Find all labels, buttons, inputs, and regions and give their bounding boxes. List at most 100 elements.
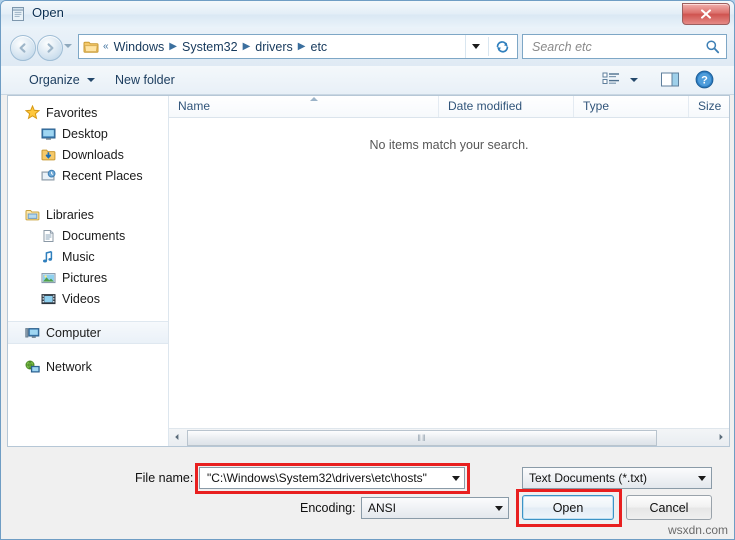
watermark: wsxdn.com [667, 523, 728, 537]
close-icon [701, 9, 711, 19]
scroll-right-icon[interactable] [713, 429, 729, 445]
sidebar-label-favorites: Favorites [46, 105, 98, 120]
sidebar-item-recent-places[interactable]: Recent Places [8, 165, 168, 186]
preview-pane-icon[interactable] [660, 71, 680, 89]
sidebar-item-downloads[interactable]: Downloads [8, 144, 168, 165]
sidebar-label-computer: Computer [46, 325, 101, 340]
horizontal-scrollbar[interactable]: ‖‖ [169, 428, 729, 446]
help-icon[interactable]: ? [695, 70, 714, 89]
views-chevron-down-icon[interactable] [630, 78, 638, 82]
forward-button[interactable] [37, 35, 63, 61]
refresh-button[interactable] [488, 37, 515, 56]
view-list-icon[interactable] [602, 71, 621, 89]
column-header-type[interactable]: Type [574, 96, 689, 117]
sidebar-label-documents: Documents [62, 228, 126, 243]
column-header-size[interactable]: Size [689, 96, 735, 117]
sort-ascending-icon [310, 97, 318, 101]
column-header-date-modified[interactable]: Date modified [439, 96, 574, 117]
sidebar-item-network[interactable]: Network [8, 356, 168, 377]
filename-input[interactable] [205, 470, 447, 486]
videos-icon [40, 291, 56, 307]
sidebar-label-network: Network [46, 359, 92, 374]
filetype-dropdown[interactable]: Text Documents (*.txt) [522, 467, 712, 489]
column-header-name[interactable]: Name [169, 96, 439, 117]
encoding-value: ANSI [368, 501, 397, 515]
sidebar-item-videos[interactable]: Videos [8, 288, 168, 309]
chevron-down-icon [495, 505, 503, 511]
breadcrumb-separator-3[interactable]: ▶ [297, 41, 307, 52]
breadcrumb-overflow[interactable]: « [102, 41, 110, 52]
open-file-dialog: Open « Windows ▶ System32 ▶ drivers ▶ et… [0, 0, 735, 540]
address-bar[interactable]: « Windows ▶ System32 ▶ drivers ▶ etc [78, 34, 518, 59]
filename-dropdown-button[interactable] [447, 468, 464, 488]
organize-label: Organize [29, 73, 80, 87]
sidebar-item-music[interactable]: Music [8, 246, 168, 267]
history-dropdown-chevron-down-icon[interactable] [64, 44, 72, 48]
downloads-icon [40, 147, 56, 163]
file-list-pane: Name Date modified Type Size No items ma… [169, 96, 729, 446]
filename-field[interactable] [199, 467, 465, 489]
sidebar-label-desktop: Desktop [62, 126, 108, 141]
breadcrumb-separator-1[interactable]: ▶ [168, 41, 178, 52]
breadcrumb-windows[interactable]: Windows [110, 39, 169, 55]
music-icon [40, 249, 56, 265]
search-box[interactable] [522, 34, 727, 59]
sidebar-item-libraries[interactable]: Libraries [8, 204, 168, 225]
filename-label: File name: [135, 471, 194, 485]
sidebar-item-desktop[interactable]: Desktop [8, 123, 168, 144]
sidebar-label-recent-places: Recent Places [62, 168, 143, 183]
recent-places-icon [40, 168, 56, 184]
chevron-down-icon [451, 475, 460, 481]
desktop-icon [40, 126, 56, 142]
navigation-pane: Favorites Desktop Downloads Recent Place… [8, 96, 168, 446]
star-icon [24, 105, 40, 121]
chevron-down-icon [86, 78, 95, 82]
dialog-titlebar: Open [1, 1, 734, 29]
new-folder-label: New folder [115, 73, 175, 87]
open-button[interactable]: Open [522, 495, 614, 520]
chevron-down-icon [698, 475, 706, 481]
forward-arrow-icon [47, 43, 54, 53]
sidebar-item-documents[interactable]: Documents [8, 225, 168, 246]
toolbar: Organize New folder ? [1, 66, 734, 95]
cancel-button[interactable]: Cancel [626, 495, 712, 520]
sidebar-label-videos: Videos [62, 291, 100, 306]
sidebar-label-downloads: Downloads [62, 147, 124, 162]
organize-button[interactable]: Organize [23, 70, 101, 90]
address-dropdown-button[interactable] [465, 35, 486, 58]
sidebar-item-computer[interactable]: Computer [8, 321, 168, 344]
nav-group-favorites: Favorites Desktop Downloads Recent Place… [8, 102, 168, 186]
sidebar-item-pictures[interactable]: Pictures [8, 267, 168, 288]
dialog-title: Open [32, 5, 64, 20]
sidebar-label-music: Music [62, 249, 95, 264]
documents-icon [40, 228, 56, 244]
filetype-dropdown-button[interactable] [693, 475, 711, 481]
back-button[interactable] [10, 35, 36, 61]
refresh-icon [496, 41, 508, 53]
breadcrumb-drivers[interactable]: drivers [251, 39, 297, 55]
scroll-left-icon[interactable] [169, 429, 185, 445]
sidebar-label-pictures: Pictures [62, 270, 108, 285]
search-input[interactable] [530, 38, 705, 55]
nav-group-libraries: Libraries Documents Music Pictures Video… [8, 204, 168, 309]
encoding-dropdown-button[interactable] [490, 505, 508, 511]
close-button[interactable] [682, 3, 730, 25]
svg-text:?: ? [701, 75, 708, 87]
filetype-value: Text Documents (*.txt) [529, 471, 648, 485]
empty-state-message: No items match your search. [369, 138, 529, 152]
encoding-dropdown[interactable]: ANSI [361, 497, 509, 519]
breadcrumb-etc[interactable]: etc [307, 39, 332, 55]
folder-icon [83, 40, 99, 54]
sidebar-item-favorites[interactable]: Favorites [8, 102, 168, 123]
search-icon[interactable] [705, 39, 720, 54]
new-folder-button[interactable]: New folder [109, 70, 181, 90]
breadcrumb-separator-2[interactable]: ▶ [242, 41, 252, 52]
breadcrumb-system32[interactable]: System32 [178, 39, 242, 55]
scrollbar-thumb[interactable]: ‖‖ [187, 430, 657, 446]
column-headers: Name Date modified Type Size [169, 96, 729, 118]
pictures-icon [40, 270, 56, 286]
scrollbar-grip: ‖‖ [417, 433, 427, 443]
